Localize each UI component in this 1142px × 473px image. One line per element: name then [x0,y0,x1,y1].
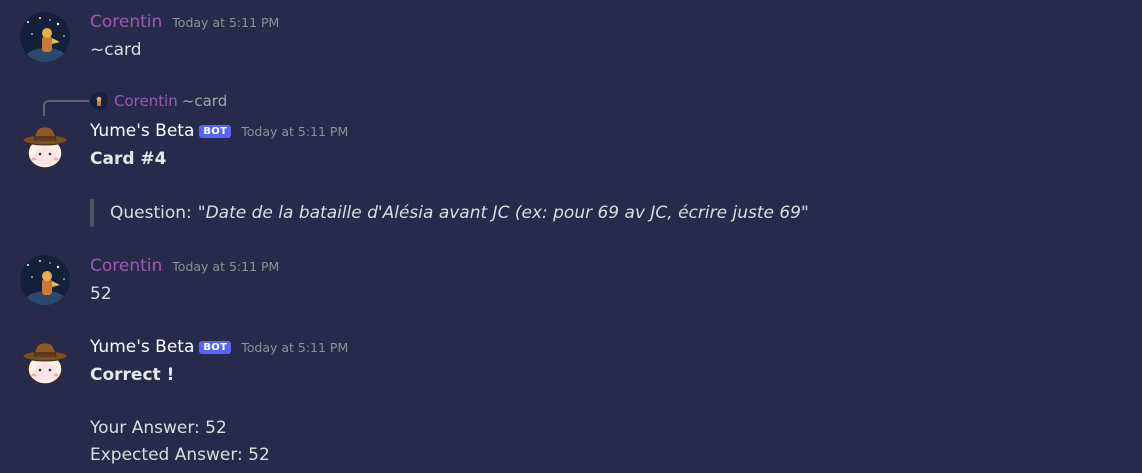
reply-avatar-icon [90,92,108,110]
reply-author[interactable]: Corentin [114,92,178,110]
timestamp: Today at 5:11 PM [241,340,349,355]
answer-line-expected: Expected Answer: 52 [90,445,270,465]
quote-label: Question: [110,203,192,223]
author-name[interactable]: Corentin [90,12,162,32]
author-name[interactable]: Corentin [90,256,162,276]
message-text: ~card [90,40,142,60]
author-name[interactable]: Yume's Beta [90,337,194,357]
message-text: 52 [90,284,112,304]
bot-badge: BOT [199,125,232,138]
quote-text: "Date de la bataille d'Alésia avant JC (… [197,203,809,223]
bot-badge: BOT [199,341,232,354]
message-title: Correct ! [90,365,175,385]
timestamp: Today at 5:11 PM [172,259,280,274]
answer-line-user: Your Answer: 52 [90,418,227,438]
corentin-avatar[interactable] [20,12,70,62]
timestamp: Today at 5:11 PM [172,15,280,30]
yume-sheep-cowboy-avatar[interactable] [20,121,70,171]
message-title: Card #4 [90,149,167,169]
reply-text: ~card [181,92,228,110]
question-blockquote: Question: "Date de la bataille d'Alésia … [90,199,809,227]
reply-connector [43,100,89,116]
reply-reference[interactable]: Corentin ~card [90,92,227,110]
corentin-avatar[interactable] [20,255,70,305]
timestamp: Today at 5:11 PM [241,124,349,139]
yume-sheep-cowboy-avatar[interactable] [20,337,70,387]
author-name[interactable]: Yume's Beta [90,121,194,141]
